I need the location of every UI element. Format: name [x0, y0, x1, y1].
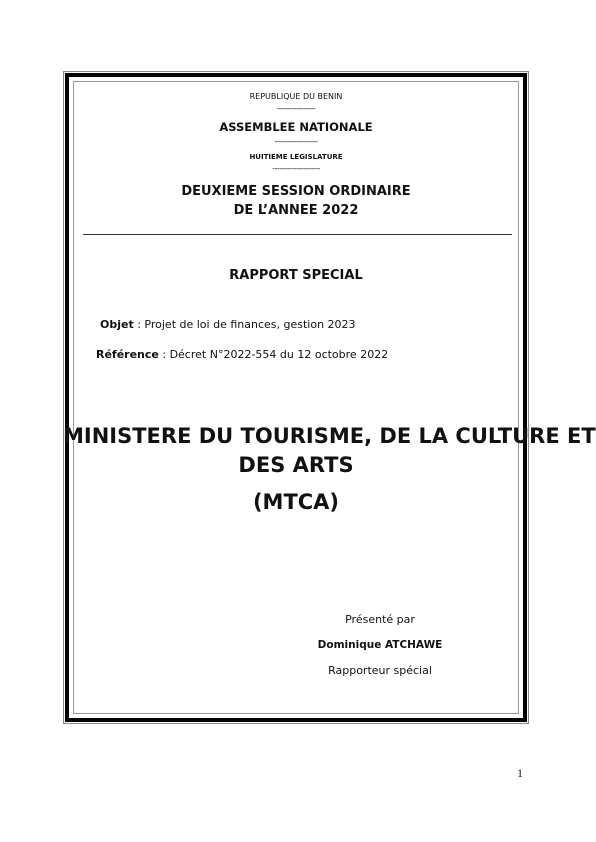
- separator: ----------------: [276, 104, 316, 113]
- page-number: 1: [517, 766, 523, 780]
- legislature-label: HUITIEME LEGISLATURE: [249, 153, 343, 161]
- ministry-line-1: MINISTERE DU TOURISME, DE LA CULTURE ET: [63, 424, 596, 448]
- objet-line: Objet : Projet de loi de finances, gesti…: [100, 318, 356, 331]
- report-title: RAPPORT SPECIAL: [229, 268, 363, 283]
- presenter-role: Rapporteur spécial: [328, 664, 432, 677]
- objet-label: Objet: [100, 318, 134, 331]
- separator: --------------------: [272, 164, 320, 173]
- assembly-label: ASSEMBLEE NATIONALE: [219, 120, 373, 134]
- session-line-1: DEUXIEME SESSION ORDINAIRE: [181, 184, 411, 199]
- presented-by: Présenté par: [345, 613, 415, 626]
- presenter-name: Dominique ATCHAWE: [317, 639, 443, 651]
- reference-value: : Décret N°2022-554 du 12 octobre 2022: [158, 348, 389, 361]
- objet-value: : Projet de loi de finances, gestion 202…: [133, 318, 356, 331]
- ministry-title: MINISTERE DU TOURISME, DE LA CULTURE ET …: [63, 422, 596, 517]
- ministry-line-2: DES ARTS: [238, 453, 354, 477]
- republic-label: REPUBLIQUE DU BENIN: [249, 92, 343, 101]
- separator: ------------------: [274, 137, 318, 146]
- divider: [83, 234, 512, 235]
- session-title: DEUXIEME SESSION ORDINAIRE DE L’ANNEE 20…: [63, 182, 529, 220]
- session-line-2: DE L’ANNEE 2022: [233, 203, 359, 218]
- reference-line: Référence : Décret N°2022-554 du 12 octo…: [96, 348, 388, 361]
- reference-label: Référence: [96, 348, 159, 361]
- ministry-acronym: (MTCA): [252, 490, 340, 514]
